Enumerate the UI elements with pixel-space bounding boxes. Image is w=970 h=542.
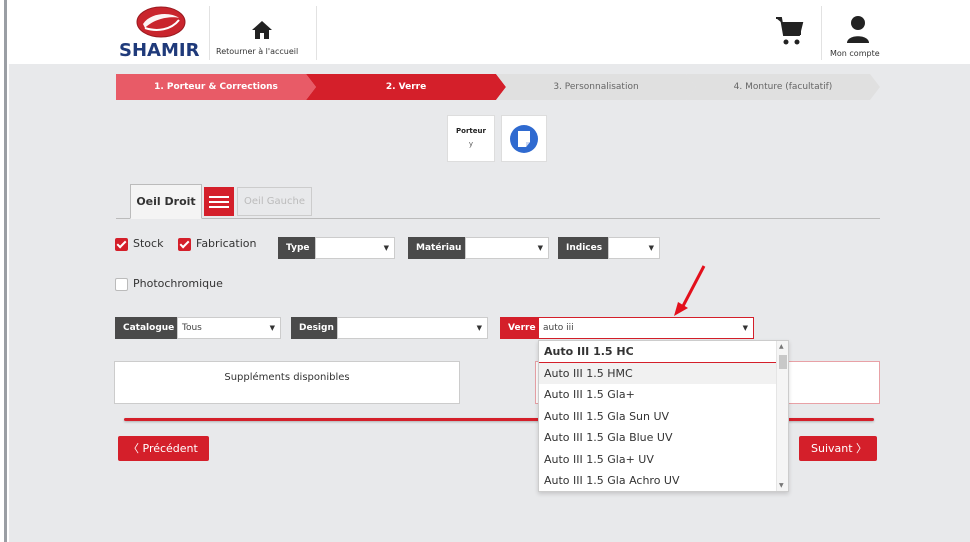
stock-checkbox[interactable] (115, 238, 128, 251)
tab-oeil-gauche[interactable]: Oeil Gauche (237, 187, 312, 216)
chevron-down-icon: ▼ (742, 324, 748, 332)
menu-icon[interactable] (204, 187, 234, 216)
list-item[interactable]: Auto III 1.5 Gla Blue UV (539, 427, 788, 449)
list-item[interactable]: Auto III 1.5 Gla+ UV (539, 449, 788, 471)
step-porteur[interactable]: 1. Porteur & Corrections (116, 74, 316, 100)
account-button[interactable]: Mon compte (821, 6, 889, 60)
supplements-title: Suppléments disponibles (224, 372, 350, 383)
wizard-steps: 1. Porteur & Corrections 2. Verre 3. Per… (116, 74, 880, 100)
type-select[interactable]: Type ▼ (278, 237, 395, 259)
chevron-down-icon: ▼ (648, 244, 654, 252)
cart-icon (776, 17, 804, 45)
header: SHAMIR Retourner à l'accueil Mon compte (9, 0, 970, 64)
list-item[interactable]: Auto III 1.5 HC (539, 341, 788, 363)
list-item[interactable]: Auto III 1.5 Gla+ (539, 384, 788, 406)
list-item[interactable]: Auto III 1.5 Gla Sun UV (539, 406, 788, 428)
catalogue-select[interactable]: Catalogue Tous ▼ (115, 317, 281, 339)
porteur-title: Porteur (456, 127, 486, 135)
stock-label: Stock (133, 237, 164, 250)
note-icon (510, 125, 538, 153)
materiau-label: Matériau (408, 237, 470, 259)
catalogue-label: Catalogue (115, 317, 183, 339)
list-item[interactable]: Auto III 1.5 HMC (539, 362, 788, 384)
verre-dropdown-list: Auto III 1.5 HC Auto III 1.5 HMC Auto II… (538, 340, 789, 492)
indices-select[interactable]: Indices ▼ (558, 237, 660, 259)
step-verre[interactable]: 2. Verre (306, 74, 506, 100)
home-button[interactable]: Retourner à l'accueil (209, 6, 317, 60)
list-item[interactable]: Auto III 1.5 Gla Achro UV (539, 470, 788, 491)
left-edge (0, 0, 9, 542)
chevron-down-icon: ▼ (383, 244, 389, 252)
porteur-card[interactable]: Porteur y (447, 115, 495, 162)
chevron-down-icon: ▼ (537, 244, 543, 252)
shamir-logo[interactable]: SHAMIR (119, 6, 209, 61)
account-label: Mon compte (830, 49, 880, 58)
catalogue-value: Tous (182, 323, 202, 333)
chevron-left-icon: 〈 (128, 442, 139, 455)
dropdown-scrollbar[interactable]: ▲ ▼ (776, 341, 788, 491)
design-label: Design (291, 317, 342, 339)
home-label: Retourner à l'accueil (216, 47, 299, 56)
supplements-panel: Suppléments disponibles (114, 361, 460, 404)
next-button[interactable]: Suivant 〉 (799, 436, 877, 461)
cart-button[interactable] (769, 6, 821, 60)
materiau-select[interactable]: Matériau ▼ (408, 237, 549, 259)
verre-select[interactable]: Verre auto iii ▼ (500, 317, 754, 339)
user-icon (847, 16, 869, 43)
home-icon (252, 21, 272, 39)
eye-tabs: Oeil Droit Oeil Gauche (116, 184, 880, 219)
chevron-down-icon: ▼ (269, 324, 275, 332)
annotation-arrow-icon (674, 265, 706, 316)
step-personnalisation[interactable]: 3. Personnalisation (496, 74, 696, 100)
type-label: Type (278, 237, 318, 259)
brand-name: SHAMIR (119, 40, 200, 61)
photochromique-checkbox[interactable] (115, 278, 128, 291)
verre-search-input[interactable]: auto iii (543, 323, 574, 333)
tab-oeil-droit[interactable]: Oeil Droit (130, 184, 202, 219)
indices-label: Indices (558, 237, 611, 259)
fabrication-checkbox[interactable] (178, 238, 191, 251)
step-monture[interactable]: 4. Monture (facultatif) (686, 74, 880, 100)
porteur-value: y (468, 140, 474, 148)
note-button[interactable] (501, 115, 547, 162)
chevron-right-icon: 〉 (856, 442, 868, 455)
chevron-down-icon: ▼ (476, 324, 482, 332)
previous-button[interactable]: 〈 Précédent (118, 436, 209, 461)
design-select[interactable]: Design ▼ (291, 317, 488, 339)
photochromique-label: Photochromique (133, 277, 223, 290)
fabrication-label: Fabrication (196, 237, 257, 250)
